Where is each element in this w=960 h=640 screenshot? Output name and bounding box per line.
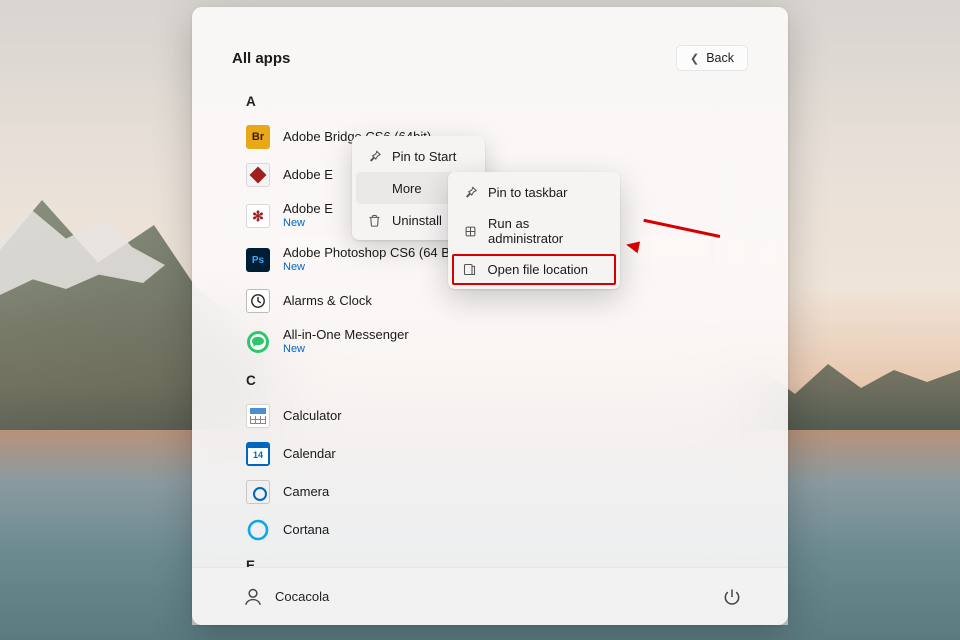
start-menu-all-apps: All apps ❮ Back A Br Adobe Bridge CS6 (6… xyxy=(192,7,788,625)
adobe-bridge-icon: Br xyxy=(246,125,270,149)
ctx-label: Open file location xyxy=(488,262,588,277)
trash-icon xyxy=(366,212,382,228)
ctx-label: Run as administrator xyxy=(488,216,606,246)
user-account-button[interactable]: Cocacola xyxy=(232,580,339,614)
new-badge: New xyxy=(283,343,409,357)
calculator-icon xyxy=(246,404,270,428)
back-label: Back xyxy=(706,51,734,65)
app-camera[interactable]: Camera xyxy=(238,473,748,511)
app-label: Cortana xyxy=(283,522,329,538)
app-label: All-in-One Messenger xyxy=(283,327,409,343)
new-badge: New xyxy=(283,217,333,231)
ctx-label: Pin to Start xyxy=(392,149,456,164)
chevron-left-icon: ❮ xyxy=(690,52,699,65)
calendar-icon xyxy=(246,442,270,466)
app-calendar[interactable]: Calendar xyxy=(238,435,748,473)
camera-icon xyxy=(246,480,270,504)
app-label: Alarms & Clock xyxy=(283,293,372,309)
app-all-in-one-messenger[interactable]: All-in-One Messenger New xyxy=(238,320,748,364)
page-title: All apps xyxy=(232,50,290,67)
adobe-extendscript-icon xyxy=(246,163,270,187)
app-list: A Br Adobe Bridge CS6 (64bit) Adobe E ✻ … xyxy=(232,85,748,567)
section-heading-a[interactable]: A xyxy=(238,85,748,118)
ctx-label: Uninstall xyxy=(392,213,442,228)
app-adobe-bridge[interactable]: Br Adobe Bridge CS6 (64bit) xyxy=(238,118,748,156)
user-name: Cocacola xyxy=(275,589,329,604)
context-submenu-more: Pin to taskbar Run as administrator Open… xyxy=(448,172,620,289)
pin-icon xyxy=(462,184,478,200)
ctx-run-as-administrator[interactable]: Run as administrator xyxy=(452,208,616,254)
app-calculator[interactable]: Calculator xyxy=(238,397,748,435)
start-footer: Cocacola xyxy=(192,567,788,625)
adobe-photoshop-icon: Ps xyxy=(246,248,270,272)
pin-icon xyxy=(366,148,382,164)
app-label: Calculator xyxy=(283,408,342,424)
app-label: Calendar xyxy=(283,446,336,462)
ctx-open-file-location[interactable]: Open file location xyxy=(452,254,616,285)
section-heading-e[interactable]: E xyxy=(238,549,748,567)
app-label: Camera xyxy=(283,484,329,500)
power-icon xyxy=(722,587,742,607)
back-button[interactable]: ❮ Back xyxy=(676,45,748,71)
user-avatar-icon xyxy=(242,586,264,608)
ctx-pin-to-start[interactable]: Pin to Start xyxy=(356,140,481,172)
power-button[interactable] xyxy=(716,581,748,613)
ctx-label: More xyxy=(392,181,422,196)
app-label: Adobe Photoshop CS6 (64 Bit) xyxy=(283,245,461,261)
app-cortana[interactable]: Cortana xyxy=(238,511,748,549)
new-badge: New xyxy=(283,261,461,275)
header: All apps ❮ Back xyxy=(232,45,748,71)
blank-icon xyxy=(366,180,382,196)
section-heading-c[interactable]: C xyxy=(238,364,748,397)
cortana-icon xyxy=(246,518,270,542)
messenger-icon xyxy=(246,330,270,354)
app-label: Adobe E xyxy=(283,201,333,217)
app-label: Adobe E xyxy=(283,167,333,183)
shield-icon xyxy=(462,223,478,239)
folder-icon xyxy=(462,262,478,278)
ctx-label: Pin to taskbar xyxy=(488,185,568,200)
adobe-extension-manager-icon: ✻ xyxy=(246,204,270,228)
ctx-pin-to-taskbar[interactable]: Pin to taskbar xyxy=(452,176,616,208)
clock-icon xyxy=(246,289,270,313)
